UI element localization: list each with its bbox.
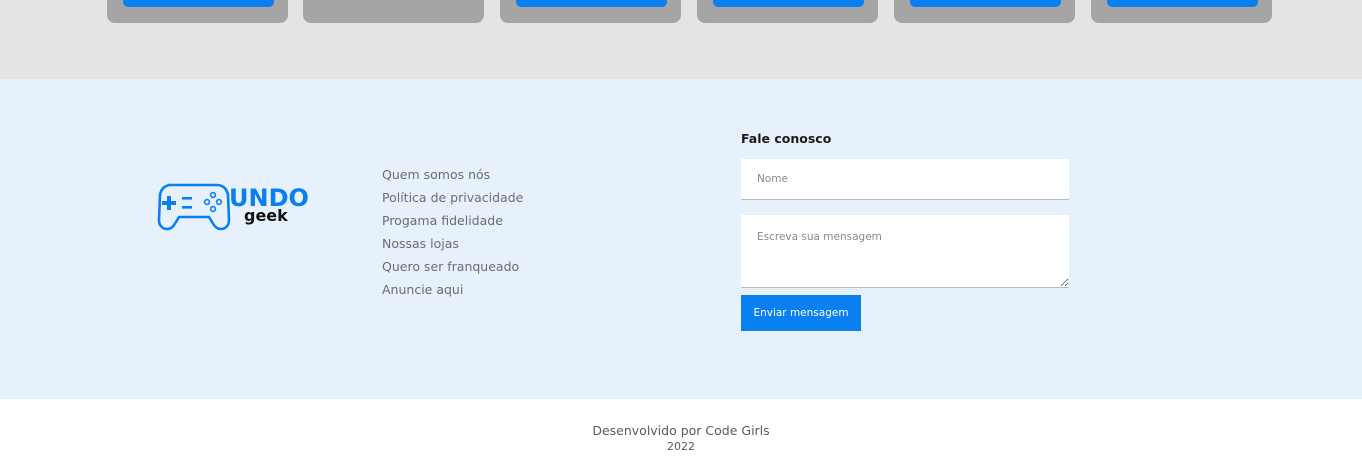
product-card	[303, 0, 484, 23]
send-message-button[interactable]: Enviar mensagem	[741, 295, 861, 331]
product-card	[500, 0, 681, 23]
product-card-button[interactable]	[910, 0, 1061, 7]
footer-link-privacidade[interactable]: Política de privacidade	[382, 189, 523, 212]
product-card-button[interactable]	[516, 0, 667, 7]
product-card-button[interactable]	[713, 0, 864, 7]
product-card-button[interactable]	[1107, 0, 1258, 7]
footer-link-fidelidade[interactable]: Progama fidelidade	[382, 212, 523, 235]
message-textarea[interactable]	[741, 215, 1069, 288]
product-strip	[0, 0, 1362, 79]
product-card	[697, 0, 878, 23]
logo-subtitle: geek	[244, 206, 288, 225]
contact-title: Fale conosco	[741, 131, 832, 146]
footer-link-anuncie[interactable]: Anuncie aqui	[382, 281, 523, 304]
site-footer	[0, 79, 1362, 399]
name-input[interactable]	[741, 159, 1069, 200]
product-card	[107, 0, 288, 23]
gamepad-icon	[157, 183, 231, 231]
product-card	[1091, 0, 1272, 23]
product-card	[894, 0, 1075, 23]
footer-link-franqueado[interactable]: Quero ser franqueado	[382, 258, 523, 281]
footer-link-quem-somos[interactable]: Quem somos nós	[382, 166, 523, 189]
footer-links: Quem somos nós Política de privacidade P…	[382, 166, 523, 304]
credits-year: 2022	[667, 440, 695, 453]
credits-text: Desenvolvido por Code Girls	[592, 423, 770, 438]
product-card-button[interactable]	[123, 0, 274, 7]
footer-link-lojas[interactable]: Nossas lojas	[382, 235, 523, 258]
credits-bar: Desenvolvido por Code Girls 2022	[0, 399, 1362, 469]
brand-logo[interactable]: UNDO geek	[157, 182, 309, 232]
